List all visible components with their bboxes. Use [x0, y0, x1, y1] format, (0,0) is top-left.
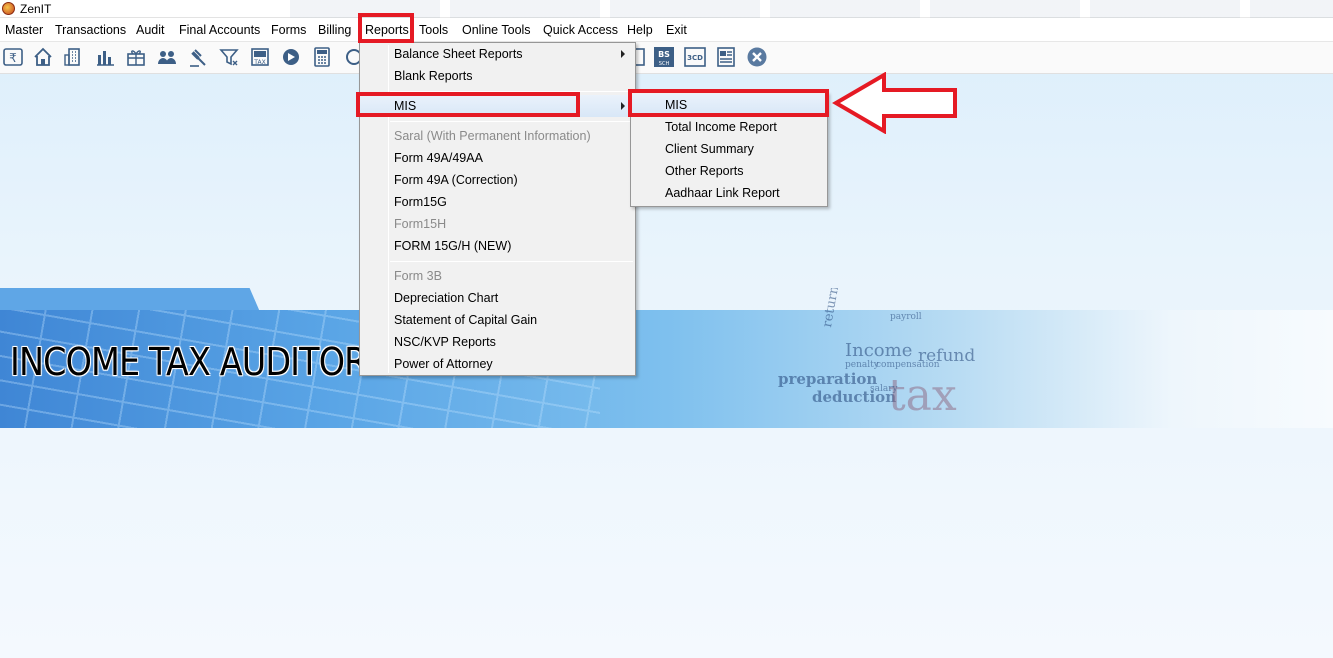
annotation-box-reports [358, 13, 414, 43]
menu-item-label: Form15G [394, 195, 447, 209]
annotation-arrow-icon [832, 72, 957, 134]
form-icon[interactable] [715, 46, 737, 68]
users-icon[interactable] [156, 46, 178, 68]
menu-item-label: Balance Sheet Reports [394, 47, 523, 61]
svg-text:₹: ₹ [9, 51, 17, 65]
close-icon[interactable] [746, 46, 768, 68]
menu-billing[interactable]: Billing [318, 23, 351, 37]
menu-item-form-3b: Form 3B [360, 265, 635, 287]
banner-word: payroll [890, 312, 922, 322]
svg-text:SCH: SCH [659, 61, 670, 67]
gift-icon[interactable] [125, 46, 147, 68]
menu-item-balance-sheet-reports[interactable]: Balance Sheet Reports [360, 43, 635, 65]
menu-online-tools[interactable]: Online Tools [462, 23, 531, 37]
menu-item-form15g[interactable]: Form15G [360, 191, 635, 213]
menu-item-depreciation-chart[interactable]: Depreciation Chart [360, 287, 635, 309]
menu-item-form-49a-correction[interactable]: Form 49A (Correction) [360, 169, 635, 191]
submenu-item-other-reports[interactable]: Other Reports [631, 160, 827, 182]
submenu-arrow-icon [621, 102, 625, 110]
tax-icon[interactable]: TAX [249, 46, 271, 68]
window-title: ZenIT [20, 2, 52, 16]
menu-item-label: Aadhaar Link Report [665, 186, 780, 200]
menu-item-label: Power of Attorney [394, 357, 493, 371]
menu-forms[interactable]: Forms [271, 23, 306, 37]
menu-item-power-of-attorney[interactable]: Power of Attorney [360, 353, 635, 375]
submenu-item-total-income-report[interactable]: Total Income Report [631, 116, 827, 138]
menu-exit[interactable]: Exit [666, 23, 687, 37]
bs-sch-icon[interactable]: BS SCH [653, 46, 675, 68]
menu-help[interactable]: Help [627, 23, 653, 37]
banner-tab [0, 288, 260, 312]
banner-word: compensation [876, 360, 940, 370]
svg-text:TAX: TAX [253, 59, 265, 66]
banner-word: salary [870, 384, 898, 394]
app-logo-icon [2, 2, 15, 15]
menu-item-nsc-kvp-reports[interactable]: NSC/KVP Reports [360, 331, 635, 353]
banner-word: penalty [845, 360, 879, 370]
menu-final-accounts[interactable]: Final Accounts [179, 23, 260, 37]
banner-title: INCOME TAX AUDITOR [10, 340, 367, 384]
menu-quick-access[interactable]: Quick Access [543, 23, 618, 37]
menu-item-label: Total Income Report [665, 120, 777, 134]
menu-item-label: Saral (With Permanent Information) [394, 129, 591, 143]
menu-item-statement-of-capital-gain[interactable]: Statement of Capital Gain [360, 309, 635, 331]
home-icon[interactable] [32, 46, 54, 68]
building-icon[interactable] [63, 46, 85, 68]
banner-word: tax [888, 370, 957, 421]
menu-item-label: Blank Reports [394, 69, 473, 83]
menu-bar: Master Transactions Audit Final Accounts… [0, 18, 1333, 42]
menu-item-form15h: Form15H [360, 213, 635, 235]
background-tabs [290, 0, 1333, 18]
menu-item-label: Statement of Capital Gain [394, 313, 538, 327]
menu-separator [390, 121, 633, 122]
annotation-box-mis-submenu [628, 89, 829, 117]
disc-icon[interactable] [280, 46, 302, 68]
svg-text:3CD: 3CD [687, 54, 703, 62]
banner: Income refund preparation deduction tax … [0, 288, 1333, 428]
3cd-icon[interactable]: 3CD [684, 46, 706, 68]
menu-item-label: Client Summary [665, 142, 754, 156]
menu-item-form-15gh-new[interactable]: FORM 15G/H (NEW) [360, 235, 635, 257]
menu-item-label: Depreciation Chart [394, 291, 499, 305]
banner-word: preparation [778, 370, 878, 388]
bar-chart-icon[interactable] [94, 46, 116, 68]
menu-transactions[interactable]: Transactions [55, 23, 126, 37]
menu-item-label: Other Reports [665, 164, 744, 178]
menu-item-label: NSC/KVP Reports [394, 335, 496, 349]
menu-item-blank-reports[interactable]: Blank Reports [360, 65, 635, 87]
toolbar: ₹ TAX BS SCH 3CD [0, 42, 1333, 74]
menu-master[interactable]: Master [5, 23, 43, 37]
submenu-arrow-icon [621, 50, 625, 58]
submenu-item-aadhaar-link-report[interactable]: Aadhaar Link Report [631, 182, 827, 204]
menu-tools[interactable]: Tools [419, 23, 448, 37]
menu-item-label: Form 3B [394, 269, 442, 283]
menu-item-form-49a-49aa[interactable]: Form 49A/49AA [360, 147, 635, 169]
submenu-item-client-summary[interactable]: Client Summary [631, 138, 827, 160]
calculator-icon[interactable] [311, 46, 333, 68]
banner-word: Income [845, 340, 913, 361]
annotation-box-mis [356, 92, 580, 117]
menu-item-saral: Saral (With Permanent Information) [360, 125, 635, 147]
menu-audit[interactable]: Audit [136, 23, 165, 37]
menu-item-label: Form 49A/49AA [394, 151, 483, 165]
menu-item-label: FORM 15G/H (NEW) [394, 239, 512, 253]
menu-item-label: Form15H [394, 217, 447, 231]
gavel-icon[interactable] [187, 46, 209, 68]
filter-icon[interactable] [218, 46, 240, 68]
rupee-icon[interactable]: ₹ [2, 46, 24, 68]
svg-text:BS: BS [658, 50, 670, 59]
title-bar: ZenIT [0, 0, 1333, 18]
menu-separator [390, 261, 633, 262]
menu-item-label: Form 49A (Correction) [394, 173, 518, 187]
